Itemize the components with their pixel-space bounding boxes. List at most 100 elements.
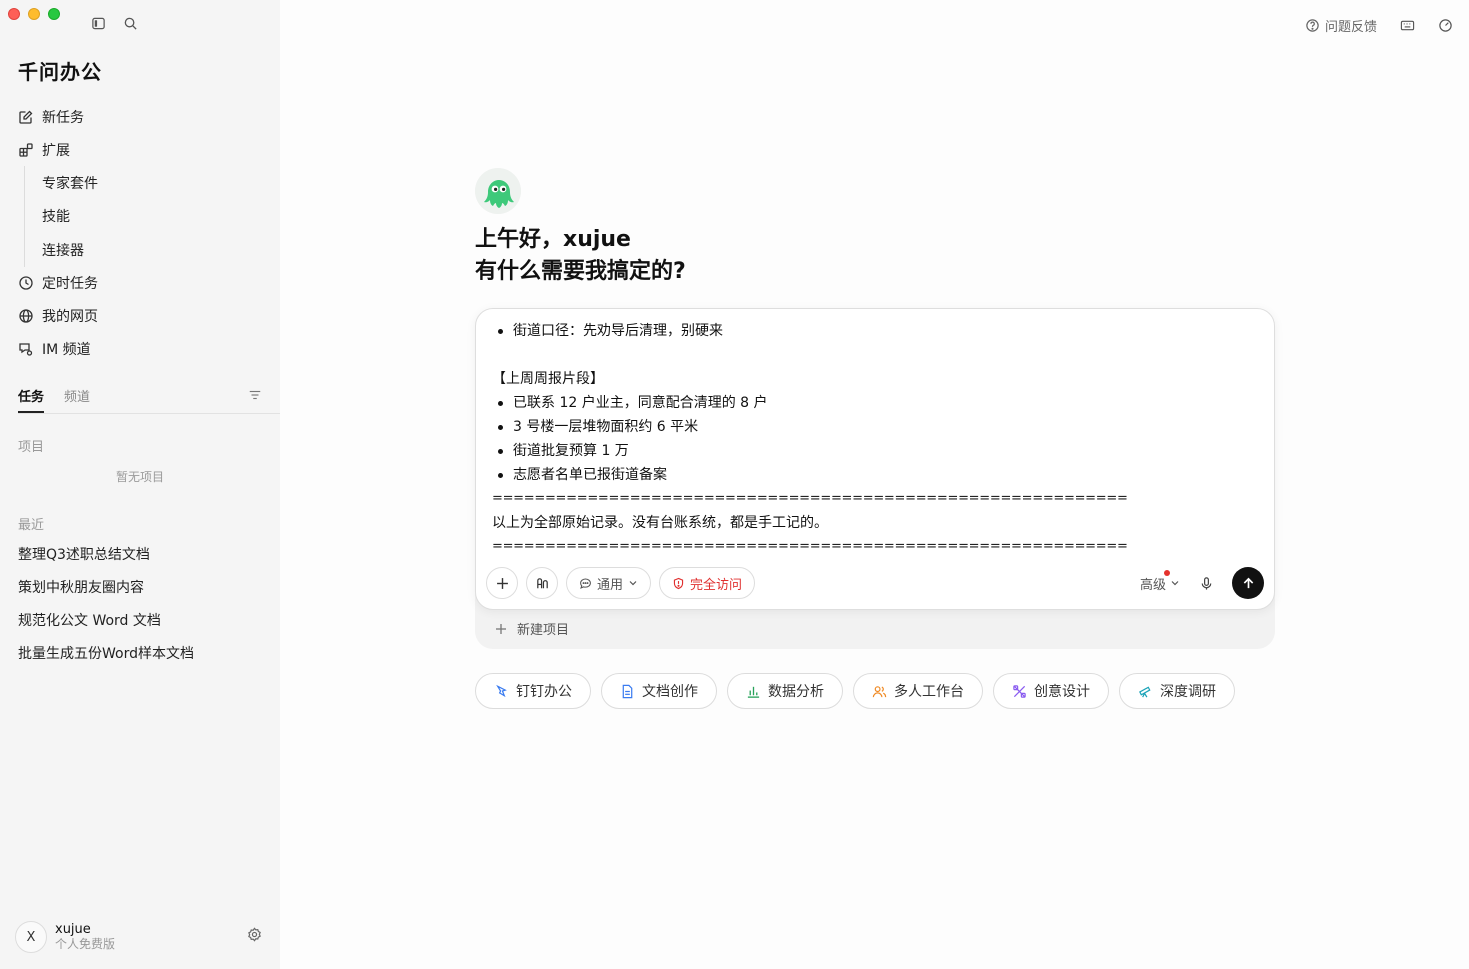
composer-toolbar: 通用 完全访问 高级	[486, 567, 1264, 599]
sidebar-toggle-icon[interactable]	[90, 15, 106, 31]
greeting-title: 上午好，xujue 有什么需要我搞定的?	[475, 224, 686, 288]
quick-action-deep-research[interactable]: 深度调研	[1119, 673, 1235, 709]
shield-alert-icon	[673, 577, 684, 589]
im-channel-icon	[18, 341, 34, 357]
chip-label: 多人工作台	[894, 684, 964, 700]
mascot-logo	[475, 168, 521, 214]
quick-action-doc-writing[interactable]: 文档创作	[601, 673, 717, 709]
microphone-icon[interactable]	[1198, 575, 1214, 591]
user-plan: 个人免费版	[55, 937, 116, 951]
prompt-line: 已联系 12 户业主，同意配合清理的 8 户	[492, 391, 1252, 415]
sidebar-item-im-channel[interactable]: IM 频道	[18, 333, 268, 366]
help-icon	[1306, 19, 1319, 32]
tools-button[interactable]	[526, 567, 558, 599]
search-icon[interactable]	[122, 15, 138, 31]
sidebar-item-label: 新任务	[42, 109, 84, 126]
gear-icon[interactable]	[247, 927, 262, 946]
extensions-submenu: 专家套件 技能 连接器	[24, 166, 268, 267]
chevron-down-icon	[629, 581, 637, 586]
sidebar-item-expert-suite[interactable]: 专家套件	[42, 166, 268, 200]
mode-label: 通用	[597, 577, 624, 593]
dingtalk-icon	[496, 684, 507, 697]
prompt-line: 以上为全部原始记录。没有台账系统，都是手工记的。	[492, 515, 828, 531]
prompt-line: 街道口径：先劝导后清理，别硬来	[492, 319, 1252, 343]
filter-icon[interactable]	[248, 387, 262, 406]
sidebar-item-label: 定时任务	[42, 276, 98, 292]
feedback-button[interactable]: 问题反馈	[1305, 16, 1377, 35]
greeting-line-1: 上午好，xujue	[475, 227, 631, 252]
recent-section-label: 最近	[18, 518, 45, 533]
list-item[interactable]: 规范化公文 Word 文档	[18, 603, 194, 636]
advanced-select[interactable]: 高级	[1139, 569, 1180, 593]
zoom-window-button[interactable]	[48, 8, 60, 20]
app-window: 千问办公 新任务 扩展 专家套件 技能 连接器 定时任务 我的网页 IM 频道 …	[0, 0, 1469, 969]
quick-action-creative-design[interactable]: 创意设计	[993, 673, 1109, 709]
document-icon	[622, 684, 633, 698]
prompt-line: 3 号楼一层堆物面积约 6 平米	[492, 415, 1252, 439]
sidebar-item-connectors[interactable]: 连接器	[42, 233, 268, 267]
prompt-line: 志愿者名单已报街道备案	[492, 463, 1252, 487]
tools-icon	[536, 577, 548, 588]
feedback-label: 问题反馈	[1324, 20, 1377, 35]
full-access-button[interactable]: 完全访问	[659, 567, 756, 599]
new-project-button[interactable]: 新建项目	[495, 619, 569, 638]
sidebar-item-scheduled-tasks[interactable]: 定时任务	[18, 267, 268, 300]
speed-gauge-icon[interactable]	[1437, 18, 1453, 34]
prompt-divider: ========================================…	[492, 539, 1128, 554]
sidebar-nav: 新任务 扩展 专家套件 技能 连接器 定时任务 我的网页 IM 频道	[18, 100, 268, 366]
quick-action-dingtalk[interactable]: 钉钉办公	[475, 673, 591, 709]
sidebar-item-label: 我的网页	[42, 309, 98, 325]
chip-label: 钉钉办公	[516, 684, 572, 700]
keyboard-icon[interactable]	[1399, 18, 1415, 34]
tab-channels[interactable]: 频道	[64, 382, 90, 413]
design-icon	[1013, 684, 1026, 698]
projects-empty-note: 暂无项目	[115, 470, 164, 484]
top-toolbar: 问题反馈	[1305, 16, 1453, 35]
chip-label: 创意设计	[1034, 684, 1090, 700]
list-item[interactable]: 批量生成五份Word样本文档	[18, 636, 194, 669]
user-profile[interactable]: X xujue 个人免费版	[15, 921, 115, 953]
globe-icon	[18, 308, 34, 324]
advanced-label: 高级	[1139, 577, 1166, 593]
extension-icon	[18, 142, 34, 158]
sidebar-item-label: 扩展	[42, 142, 70, 159]
send-button[interactable]	[1232, 567, 1264, 599]
add-attachment-button[interactable]	[486, 567, 518, 599]
arrow-up-icon	[1243, 577, 1253, 588]
full-access-label: 完全访问	[690, 577, 743, 593]
quick-action-multi-workspace[interactable]: 多人工作台	[853, 673, 983, 709]
users-icon	[872, 685, 887, 697]
chat-bubble-icon	[580, 578, 591, 589]
close-window-button[interactable]	[8, 8, 20, 20]
minimize-window-button[interactable]	[28, 8, 40, 20]
recent-list: 整理Q3述职总结文档 策划中秋朋友圈内容 规范化公文 Word 文档 批量生成五…	[18, 537, 194, 669]
greeting-line-2: 有什么需要我搞定的?	[475, 259, 686, 284]
quick-actions: 钉钉办公 文档创作 数据分析 多人工作台 创意设计 深度调研	[475, 673, 1235, 709]
prompt-input[interactable]: 街道口径：先劝导后清理，别硬来 【上周周报片段】 已联系 12 户业主，同意配合…	[475, 308, 1275, 610]
new-project-label: 新建项目	[517, 623, 570, 638]
tab-tasks[interactable]: 任务	[18, 382, 45, 413]
sidebar-tabs: 任务 频道	[18, 382, 280, 414]
chevron-down-icon	[1171, 581, 1179, 586]
mode-select[interactable]: 通用	[566, 567, 652, 599]
window-controls	[8, 8, 60, 20]
chip-label: 数据分析	[768, 684, 824, 700]
sidebar: 千问办公 新任务 扩展 专家套件 技能 连接器 定时任务 我的网页 IM 频道 …	[0, 0, 280, 969]
prompt-text[interactable]: 街道口径：先劝导后清理，别硬来 【上周周报片段】 已联系 12 户业主，同意配合…	[492, 319, 1252, 559]
list-item[interactable]: 策划中秋朋友圈内容	[18, 570, 194, 603]
prompt-divider: ========================================…	[492, 491, 1128, 506]
sidebar-item-skills[interactable]: 技能	[42, 200, 268, 234]
list-item[interactable]: 整理Q3述职总结文档	[18, 537, 194, 570]
greeting-section: 上午好，xujue 有什么需要我搞定的?	[475, 168, 686, 288]
quick-action-data-analysis[interactable]: 数据分析	[727, 673, 843, 709]
sidebar-item-my-pages[interactable]: 我的网页	[18, 300, 268, 333]
notification-dot	[1163, 569, 1170, 576]
bar-chart-icon	[747, 686, 760, 698]
prompt-line: 【上周周报片段】	[492, 371, 604, 387]
sidebar-item-extensions[interactable]: 扩展	[18, 133, 268, 166]
app-brand: 千问办公	[18, 60, 102, 84]
sidebar-item-new-task[interactable]: 新任务	[18, 100, 268, 133]
composer: 新建项目 街道口径：先劝导后清理，别硬来 【上周周报片段】 已联系 12 户业主…	[475, 308, 1275, 649]
chip-label: 文档创作	[642, 684, 698, 700]
user-name: xujue	[55, 922, 91, 937]
